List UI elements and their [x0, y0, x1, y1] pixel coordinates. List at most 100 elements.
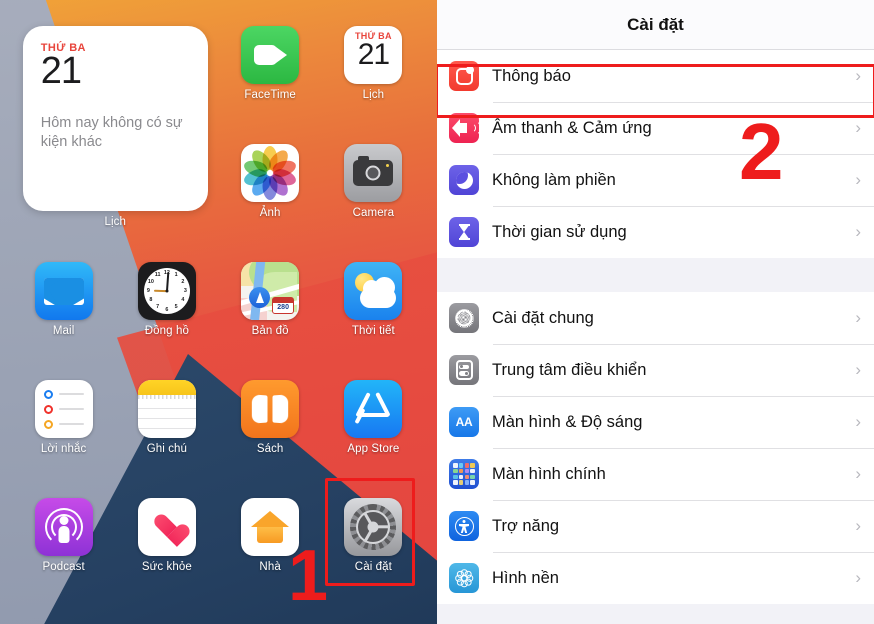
podcast-antenna-glyph: [44, 507, 84, 547]
app-health[interactable]: Sức khỏe: [117, 498, 216, 616]
books-icon[interactable]: [241, 380, 300, 438]
app-label: Camera: [352, 207, 395, 219]
clock-face-glyph: 1 2 3 4 5 6 7 8 9 10 11 12: [143, 268, 190, 314]
settings-row-do-not-disturb[interactable]: Không làm phiền ›: [437, 154, 874, 206]
calendar-widget[interactable]: THỨ BA 21 Hôm nay không có sự kiện khác …: [14, 26, 217, 262]
app-books[interactable]: Sách: [221, 380, 320, 498]
app-label: Cài đặt: [354, 561, 392, 573]
maps-icon[interactable]: 280: [241, 262, 300, 320]
app-label: Lời nhắc: [40, 443, 87, 455]
weather-icon[interactable]: [344, 262, 403, 320]
chevron-right-icon: ›: [855, 118, 861, 137]
app-notes[interactable]: Ghi chú: [117, 380, 216, 498]
facetime-camera-glyph: [253, 45, 287, 65]
envelope-glyph: [43, 277, 84, 305]
app-label: App Store: [347, 443, 400, 455]
chevron-right-icon: ›: [855, 412, 861, 431]
photos-flower-glyph: [242, 146, 299, 200]
app-maps[interactable]: 280 Bản đồ: [221, 262, 320, 380]
app-grid: THỨ BA 21 Hôm nay không có sự kiện khác …: [0, 0, 437, 624]
notes-icon[interactable]: [137, 380, 196, 438]
app-appstore[interactable]: App Store: [324, 380, 423, 498]
app-label: Bản đồ: [251, 325, 289, 337]
chevron-right-icon: ›: [855, 170, 861, 189]
settings-row-control-center[interactable]: Trung tâm điều khiển ›: [437, 344, 874, 396]
app-mail[interactable]: Mail: [14, 262, 113, 380]
calendar-widget-card[interactable]: THỨ BA 21 Hôm nay không có sự kiện khác: [22, 26, 208, 211]
settings-row-sounds-haptics[interactable]: Âm thanh & Cảm ứng ›: [437, 102, 874, 154]
row-label: Cài đặt chung: [492, 308, 594, 327]
do-not-disturb-icon: [449, 165, 479, 195]
maps-route-shield: 280: [272, 297, 295, 314]
app-label: Lịch: [362, 89, 385, 101]
appstore-a-glyph: [354, 392, 391, 424]
app-label: Sức khỏe: [141, 561, 192, 573]
camera-icon[interactable]: [344, 144, 403, 202]
facetime-icon[interactable]: [241, 26, 300, 84]
step-2-number: 2: [739, 107, 784, 196]
house-glyph: [251, 511, 290, 543]
app-label: Thời tiết: [351, 325, 395, 337]
app-label: Nhà: [259, 561, 281, 573]
home-screen-icon: [449, 459, 479, 489]
calendar-icon[interactable]: THỨ BA 21: [344, 26, 403, 84]
podcasts-icon[interactable]: [34, 498, 93, 556]
reminders-icon[interactable]: [34, 380, 93, 438]
display-brightness-icon: AA: [449, 407, 479, 437]
calendar-icon-day: 21: [357, 38, 390, 71]
settings-row-general[interactable]: Cài đặt chung ›: [437, 292, 874, 344]
chevron-right-icon: ›: [855, 464, 861, 483]
settings-row-notifications[interactable]: Thông báo ›: [437, 50, 874, 102]
mail-icon[interactable]: [34, 262, 93, 320]
app-facetime[interactable]: FaceTime: [221, 26, 320, 144]
row-label: Thông báo: [492, 66, 571, 85]
row-label: Thời gian sử dụng: [492, 222, 627, 241]
app-label: Sách: [256, 443, 284, 455]
chevron-right-icon: ›: [855, 568, 861, 587]
screen-time-icon: [449, 217, 479, 247]
appstore-icon[interactable]: [344, 380, 403, 438]
row-label: Trợ năng: [492, 516, 560, 535]
settings-row-wallpaper[interactable]: Hình nền ›: [437, 552, 874, 604]
wallpaper-icon: [449, 563, 479, 593]
chevron-right-icon: ›: [855, 516, 861, 535]
control-center-icon: [449, 355, 479, 385]
photos-icon[interactable]: [241, 144, 300, 202]
app-weather[interactable]: Thời tiết: [324, 262, 423, 380]
app-reminders[interactable]: Lời nhắc: [14, 380, 113, 498]
settings-row-screen-time[interactable]: Thời gian sử dụng ›: [437, 206, 874, 258]
app-label: Đồng hồ: [144, 325, 189, 337]
app-podcasts[interactable]: Podcast: [14, 498, 113, 616]
app-label: Podcast: [42, 561, 85, 573]
row-label: Hình nền: [492, 568, 559, 587]
settings-icon[interactable]: [344, 498, 403, 556]
settings-row-accessibility[interactable]: Trợ năng ›: [437, 500, 874, 552]
heart-glyph: [153, 515, 181, 540]
settings-group-1: Thông báo › Âm thanh & Cảm ứng › Không l…: [437, 50, 874, 258]
settings-screen: Cài đặt Thông báo › Âm thanh & Cảm ứng ›: [437, 0, 874, 624]
app-label: FaceTime: [244, 89, 296, 101]
app-camera[interactable]: Camera: [324, 144, 423, 262]
row-label: Không làm phiền: [492, 170, 616, 189]
app-settings[interactable]: Cài đặt: [324, 498, 423, 616]
app-calendar[interactable]: THỨ BA 21 Lịch: [324, 26, 423, 144]
app-photos[interactable]: Ảnh: [221, 144, 320, 262]
screenshot-root: THỨ BA 21 Hôm nay không có sự kiện khác …: [0, 0, 874, 624]
chevron-right-icon: ›: [855, 360, 861, 379]
row-label: Âm thanh & Cảm ứng: [492, 118, 652, 137]
step-1-number: 1: [288, 536, 329, 616]
row-label: Trung tâm điều khiển: [492, 360, 647, 379]
app-clock[interactable]: 1 2 3 4 5 6 7 8 9 10 11 12 Đồng hồ: [117, 262, 216, 380]
gear-glyph: [350, 504, 397, 550]
settings-row-display-brightness[interactable]: AA Màn hình & Độ sáng ›: [437, 396, 874, 448]
display-icon-glyph: AA: [455, 415, 473, 429]
settings-group-separator: [437, 258, 874, 292]
settings-navbar: Cài đặt: [437, 0, 874, 50]
health-icon[interactable]: [137, 498, 196, 556]
route-number: 280: [277, 304, 289, 311]
notifications-icon: [449, 61, 479, 91]
clock-icon[interactable]: 1 2 3 4 5 6 7 8 9 10 11 12: [137, 262, 196, 320]
widget-label: Lịch: [104, 216, 126, 228]
camera-body-glyph: [353, 156, 394, 186]
settings-row-home-screen[interactable]: Màn hình chính ›: [437, 448, 874, 500]
